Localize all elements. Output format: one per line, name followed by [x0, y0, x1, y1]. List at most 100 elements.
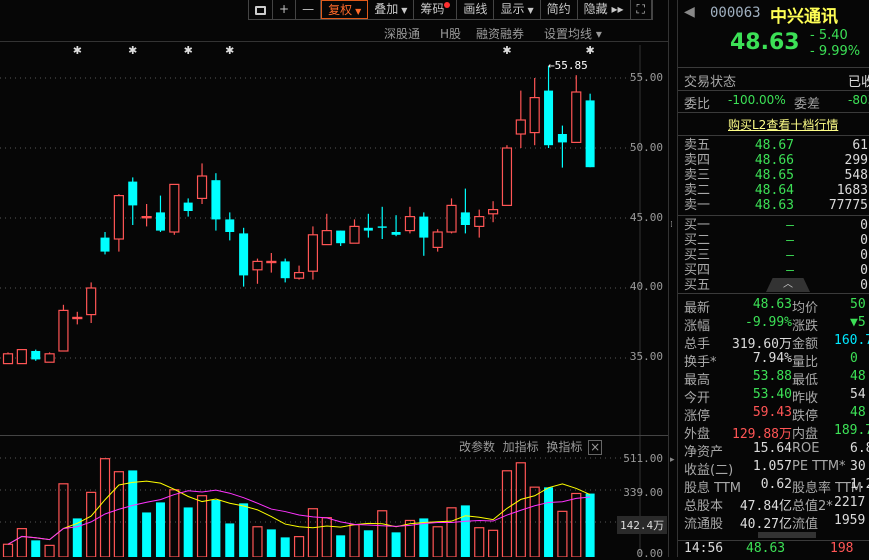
event-marker-icon[interactable]: ✱ — [502, 44, 511, 57]
buy-l2-link[interactable]: 购买L2查看十档行情 — [728, 116, 838, 133]
orderbook-row[interactable]: 卖一 48.63 77775 — [684, 198, 869, 213]
event-marker-icon[interactable]: ✱ — [73, 44, 82, 57]
volume-bar — [293, 536, 305, 557]
candle[interactable] — [501, 147, 513, 207]
pane-divider — [0, 435, 668, 436]
candle[interactable] — [252, 260, 263, 271]
candle[interactable] — [585, 100, 595, 168]
candle[interactable] — [2, 353, 14, 365]
volume-bar — [488, 529, 499, 557]
candle[interactable] — [474, 216, 485, 228]
candle[interactable] — [113, 195, 124, 240]
candle[interactable] — [404, 216, 416, 232]
candle[interactable] — [58, 309, 69, 352]
candle[interactable] — [419, 216, 429, 238]
volume-bar — [266, 529, 276, 557]
kline-chart[interactable]: ✱ ✱ ✱ ✱ ✱ ✱ — [0, 0, 669, 557]
candle[interactable] — [377, 226, 387, 228]
volume-bar — [363, 530, 373, 557]
candle[interactable] — [336, 230, 346, 244]
expand-stats-button[interactable] — [758, 532, 816, 538]
candle[interactable] — [16, 349, 27, 365]
stat-value-2: 0 — [850, 351, 858, 366]
candle[interactable] — [363, 227, 373, 231]
stat-row: 最高 53.88 最低 48 — [684, 369, 869, 388]
candle[interactable] — [155, 212, 165, 231]
candle[interactable] — [86, 287, 97, 316]
candle[interactable] — [391, 232, 401, 235]
candle[interactable] — [571, 91, 582, 144]
divider — [678, 293, 869, 294]
collapse-arrow-icon[interactable]: ▸ — [670, 455, 675, 465]
stat-row: 涨幅 -9.99% 涨跌 ▼5 — [684, 315, 869, 334]
candle[interactable] — [169, 183, 180, 233]
divider — [678, 135, 869, 136]
stat-label: 最新 — [684, 301, 711, 316]
candle[interactable] — [432, 231, 443, 248]
volume-tick: 339.00 — [623, 486, 663, 499]
stat-row: 今开 53.40 昨收 54 — [684, 387, 869, 406]
candle[interactable] — [72, 316, 83, 320]
candle[interactable] — [488, 209, 499, 215]
event-marker-icon[interactable]: ✱ — [128, 44, 137, 57]
event-marker-icon[interactable]: ✱ — [184, 44, 193, 57]
candle[interactable] — [293, 272, 305, 279]
stat-label-2: 量比 — [792, 355, 819, 370]
back-arrow-icon[interactable]: ◀ — [684, 4, 695, 20]
candle[interactable] — [196, 175, 208, 199]
orderbook-row[interactable]: 卖五 48.67 61 — [684, 138, 869, 153]
close-indicator-button[interactable]: × — [588, 440, 603, 455]
candle[interactable] — [44, 353, 55, 363]
add-indicator-button[interactable]: 加指标 — [503, 440, 539, 454]
candle[interactable] — [225, 219, 235, 232]
stat-label: 外盘 — [684, 427, 711, 442]
stat-row: 换手* 7.94% 量比 0 — [684, 351, 869, 370]
volume-bar — [169, 489, 180, 557]
orderbook-row[interactable]: 卖二 48.64 1683 — [684, 183, 869, 198]
level-label: 卖四 — [684, 153, 711, 168]
change-params-button[interactable]: 改参数 — [459, 440, 495, 454]
event-marker-icon[interactable]: ✱ — [586, 44, 595, 57]
trade-status-value: 已收 — [848, 75, 869, 90]
candle[interactable] — [31, 351, 41, 360]
candle[interactable] — [266, 260, 277, 264]
orderbook-row[interactable]: 买一 — 0 — [684, 218, 869, 233]
volume-bar — [86, 491, 97, 557]
event-marker-icon[interactable]: ✱ — [225, 44, 234, 57]
orderbook-row[interactable]: 买四 — 0 — [684, 263, 869, 278]
level-label: 买四 — [684, 263, 711, 278]
stat-label: 股息 TTM — [684, 481, 742, 496]
candle[interactable] — [544, 90, 554, 146]
level-label: 买一 — [684, 218, 711, 233]
candle[interactable] — [141, 216, 152, 219]
high-price-value: 55.85 — [554, 59, 588, 72]
candle[interactable] — [529, 96, 540, 134]
candle[interactable] — [239, 233, 249, 276]
price-change-pct: - 9.99% — [810, 44, 861, 59]
candle[interactable] — [557, 134, 567, 143]
candle[interactable] — [446, 204, 457, 233]
candle[interactable] — [307, 234, 319, 272]
collapse-handle[interactable]: ⁞ — [670, 220, 673, 230]
candle[interactable] — [280, 261, 290, 279]
candle[interactable] — [211, 180, 221, 220]
stat-label-2: 金额 — [792, 337, 819, 352]
candle[interactable] — [460, 212, 470, 225]
stat-row: 外盘 129.88万 内盘 189.71 — [684, 423, 869, 442]
volume-bar — [196, 495, 208, 557]
candle[interactable] — [321, 230, 332, 246]
candle[interactable] — [100, 237, 110, 252]
swap-indicator-button[interactable]: 换指标 — [546, 440, 582, 454]
orderbook-row[interactable]: 买三 — 0 — [684, 248, 869, 263]
level-price: 48.64 — [754, 183, 794, 198]
level-price: 48.63 — [754, 198, 794, 213]
expand-orderbook-button[interactable]: ︿ — [766, 278, 810, 292]
orderbook-row[interactable]: 卖四 48.66 299 — [684, 153, 869, 168]
candle[interactable] — [128, 181, 138, 206]
stat-label: 总股本 — [684, 499, 724, 514]
candle[interactable] — [515, 119, 526, 135]
orderbook-row[interactable]: 买二 — 0 — [684, 233, 869, 248]
candle[interactable] — [349, 225, 360, 244]
orderbook-row[interactable]: 卖三 48.65 548 — [684, 168, 869, 183]
candle[interactable] — [183, 202, 193, 211]
